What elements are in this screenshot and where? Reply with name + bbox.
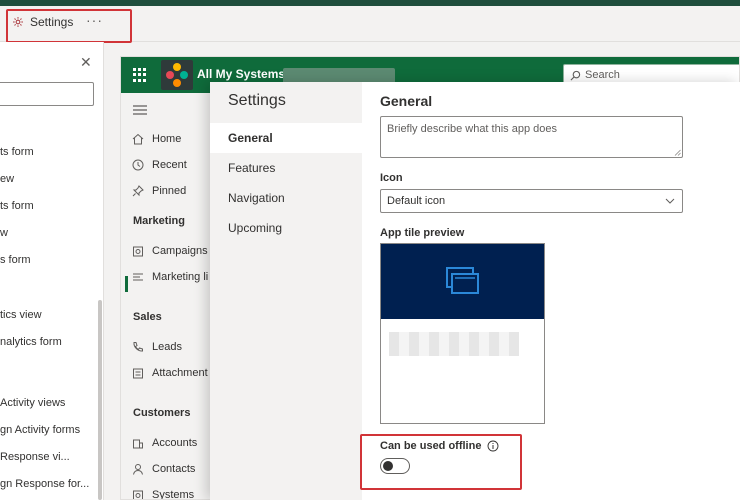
nav-section-sales: Sales (133, 311, 162, 323)
system-icon (133, 490, 143, 499)
campaign-icon (133, 246, 143, 257)
nav-label: Systems (152, 489, 195, 500)
person-icon (133, 464, 143, 475)
left-pane-item[interactable]: ts form (0, 146, 34, 158)
settings-nav-pane: Settings General Features Navigation Upc… (210, 82, 362, 500)
list-icon (133, 273, 143, 281)
home-icon (132, 133, 144, 145)
nav-item-home[interactable]: Home (132, 133, 181, 145)
left-pane-item[interactable]: Activity views (0, 397, 65, 409)
settings-nav-features[interactable]: Features (210, 153, 362, 183)
left-pane: ✕ ts form ew ts form w s form tics view … (0, 42, 104, 500)
nav-item-campaigns[interactable]: Campaigns (132, 245, 208, 257)
app-tile-header (381, 244, 544, 319)
settings-nav-navigation[interactable]: Navigation (210, 183, 362, 213)
left-pane-item[interactable]: ts form (0, 200, 34, 212)
nav-label: Leads (152, 341, 182, 353)
app-tile-preview (380, 243, 545, 424)
highlight-box-settings (6, 9, 132, 43)
settings-nav-general[interactable]: General (210, 123, 362, 153)
nav-item-pinned[interactable]: Pinned (132, 185, 186, 197)
icon-label: Icon (380, 172, 403, 184)
settings-dialog-title: Settings (228, 92, 286, 109)
app-logo (161, 60, 193, 90)
nav-active-indicator (125, 276, 128, 292)
nav-item-marketing-lists[interactable]: Marketing li (132, 271, 208, 283)
left-pane-item[interactable]: s form (0, 254, 31, 266)
building-icon (133, 439, 143, 449)
app-sitemap-nav: Home Recent Pinned Marketing Campaigns M… (121, 93, 213, 500)
blurred-app-name (389, 332, 519, 356)
left-pane-item[interactable]: nalytics form (0, 336, 62, 348)
app-tile-icon (446, 267, 479, 294)
nav-item-accounts[interactable]: Accounts (132, 437, 197, 449)
left-pane-item[interactable]: gn Activity forms (0, 424, 80, 436)
highlight-box-offline (360, 434, 522, 490)
resize-grip-icon[interactable] (674, 149, 681, 156)
left-pane-item[interactable]: tics view (0, 309, 42, 321)
phone-icon (133, 342, 143, 352)
nav-label: Recent (152, 159, 187, 171)
left-pane-item[interactable]: ew (0, 173, 14, 185)
app-title: All My Systems (197, 67, 286, 81)
search-icon (570, 70, 581, 80)
nav-item-leads[interactable]: Leads (132, 341, 182, 353)
nav-label: Attachment (152, 367, 208, 379)
settings-nav-upcoming[interactable]: Upcoming (210, 213, 362, 243)
hamburger-icon[interactable] (133, 105, 147, 115)
nav-label: Marketing li (152, 271, 209, 283)
nav-item-attachments[interactable]: Attachment (132, 367, 208, 379)
nav-label: Home (152, 133, 182, 145)
left-pane-item[interactable]: w (0, 227, 8, 239)
tile-preview-label: App tile preview (380, 227, 465, 239)
attachment-icon (133, 368, 143, 379)
nav-item-contacts[interactable]: Contacts (132, 463, 195, 475)
icon-select[interactable]: Default icon (380, 189, 683, 213)
nav-item-systems[interactable]: Systems (132, 489, 195, 500)
nav-label: Campaigns (152, 245, 208, 257)
chevron-down-icon (665, 198, 675, 204)
description-placeholder: Briefly describe what this app does (387, 123, 557, 135)
pin-icon (132, 185, 144, 197)
left-pane-item[interactable]: Response vi... (0, 451, 70, 463)
nav-item-recent[interactable]: Recent (132, 159, 187, 171)
general-heading: General (380, 93, 433, 109)
left-pane-item[interactable]: gn Response for... (0, 478, 89, 490)
nav-label: Accounts (152, 437, 198, 449)
description-textarea[interactable]: Briefly describe what this app does (380, 116, 683, 158)
icon-select-value: Default icon (387, 195, 446, 207)
close-icon[interactable]: ✕ (80, 54, 92, 71)
nav-label: Pinned (152, 185, 187, 197)
nav-label: Contacts (152, 463, 196, 475)
left-pane-search-input[interactable] (0, 82, 94, 106)
waffle-icon[interactable] (133, 68, 147, 82)
left-pane-scrollbar[interactable] (98, 300, 102, 500)
nav-section-marketing: Marketing (133, 215, 185, 227)
nav-section-customers: Customers (133, 407, 191, 419)
app-search-placeholder: Search (585, 69, 620, 81)
clock-icon (132, 159, 144, 171)
